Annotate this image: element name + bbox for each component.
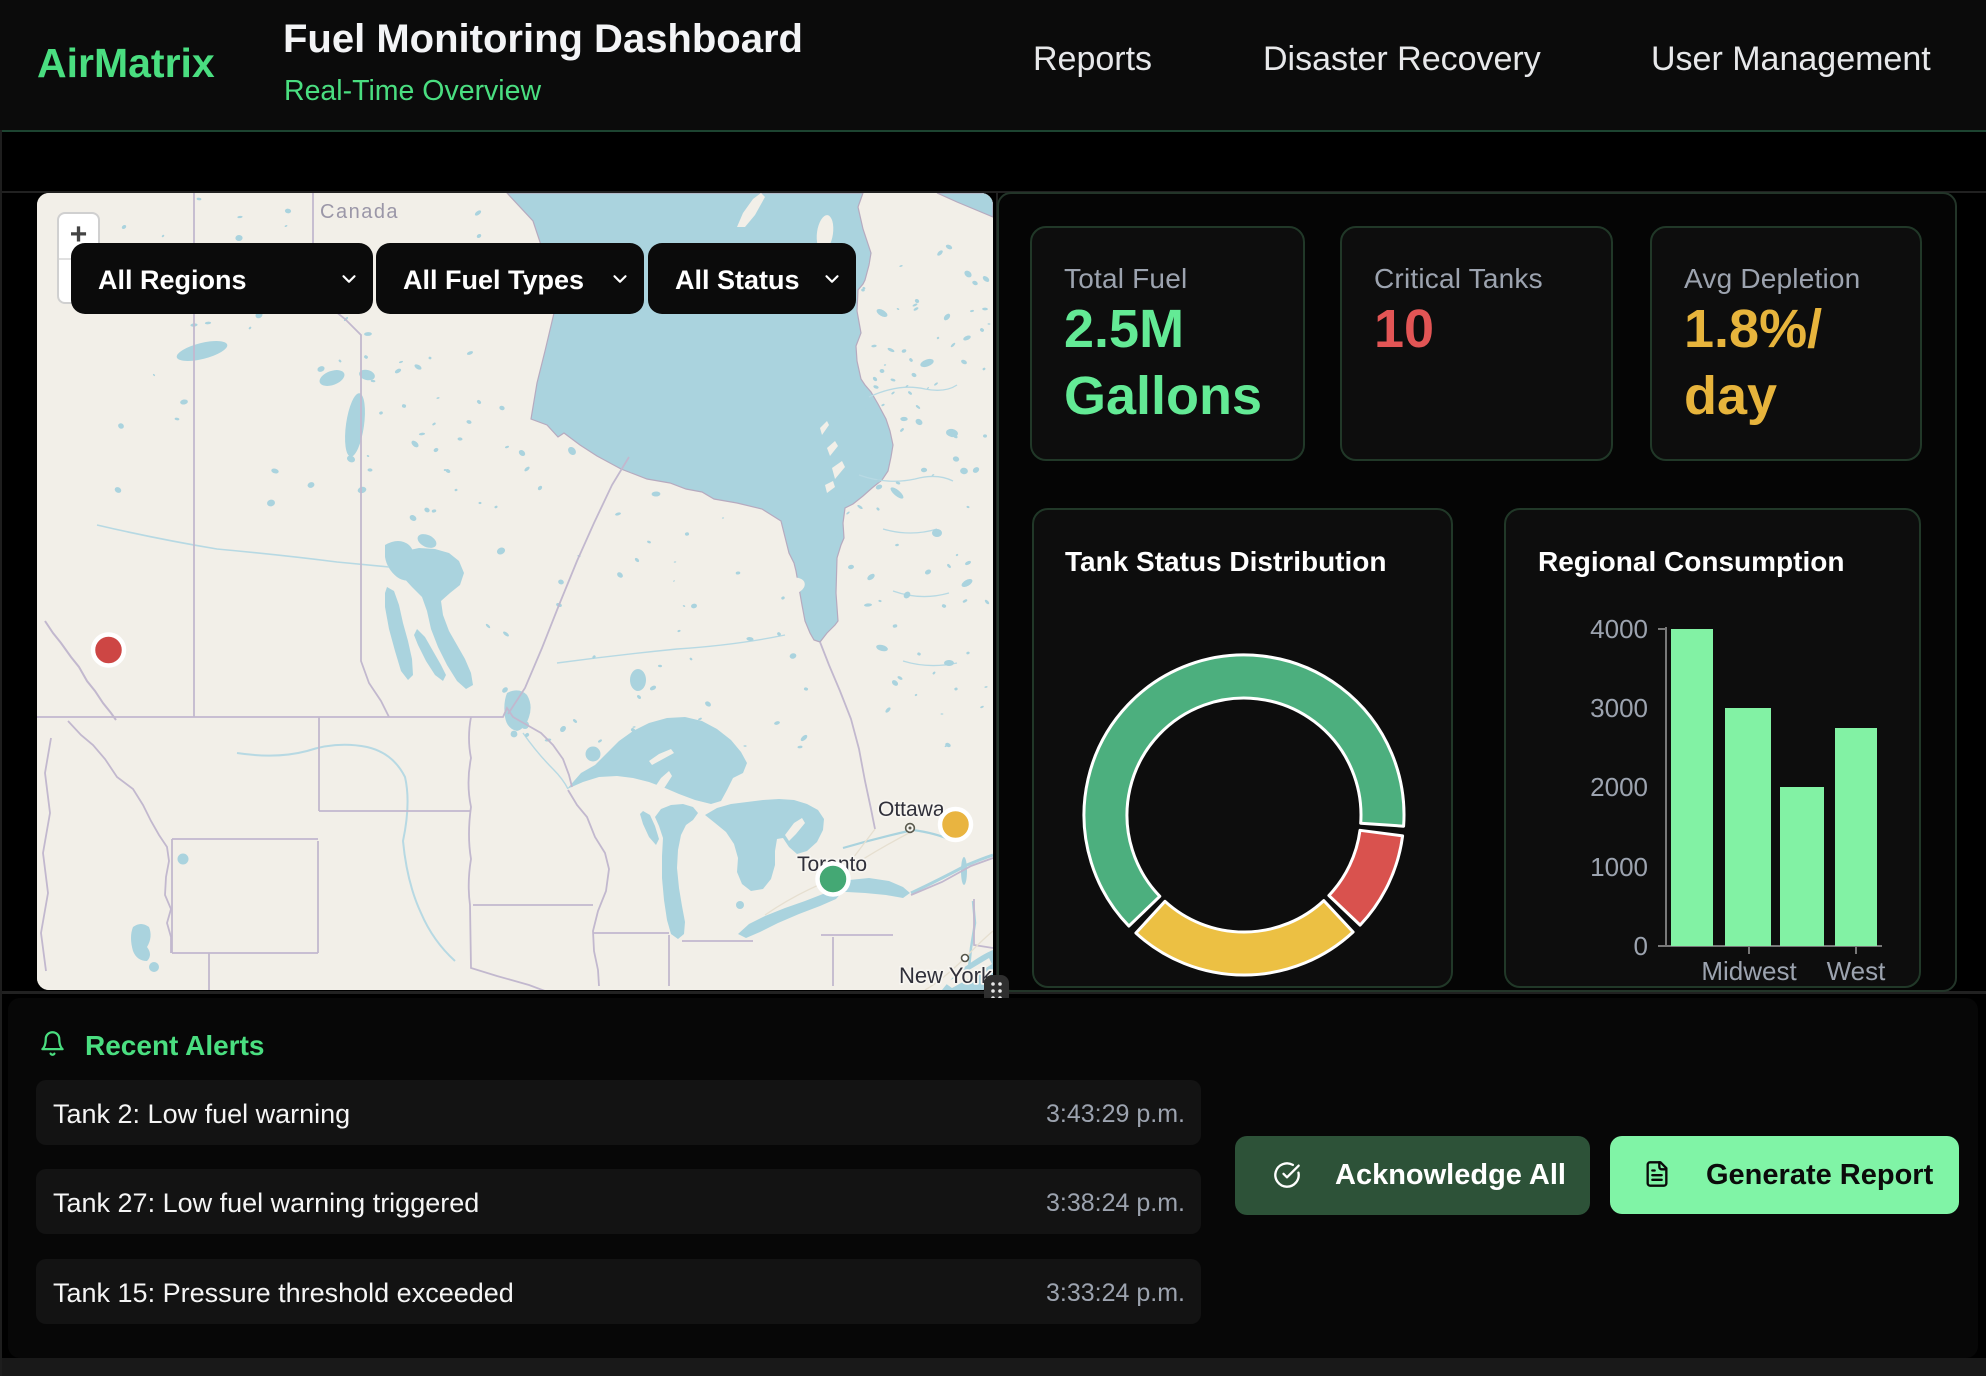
svg-text:4000: 4000 <box>1590 614 1648 644</box>
svg-text:1000: 1000 <box>1590 852 1648 882</box>
svg-text:Ottawa: Ottawa <box>878 798 945 821</box>
svg-text:0: 0 <box>1634 931 1648 961</box>
svg-text:New York: New York <box>899 963 993 988</box>
svg-text:3000: 3000 <box>1590 693 1648 723</box>
svg-text:Midwest: Midwest <box>1701 956 1797 986</box>
svg-text:Canada: Canada <box>320 201 399 223</box>
svg-text:West: West <box>1827 956 1887 986</box>
svg-text:2000: 2000 <box>1590 772 1648 802</box>
